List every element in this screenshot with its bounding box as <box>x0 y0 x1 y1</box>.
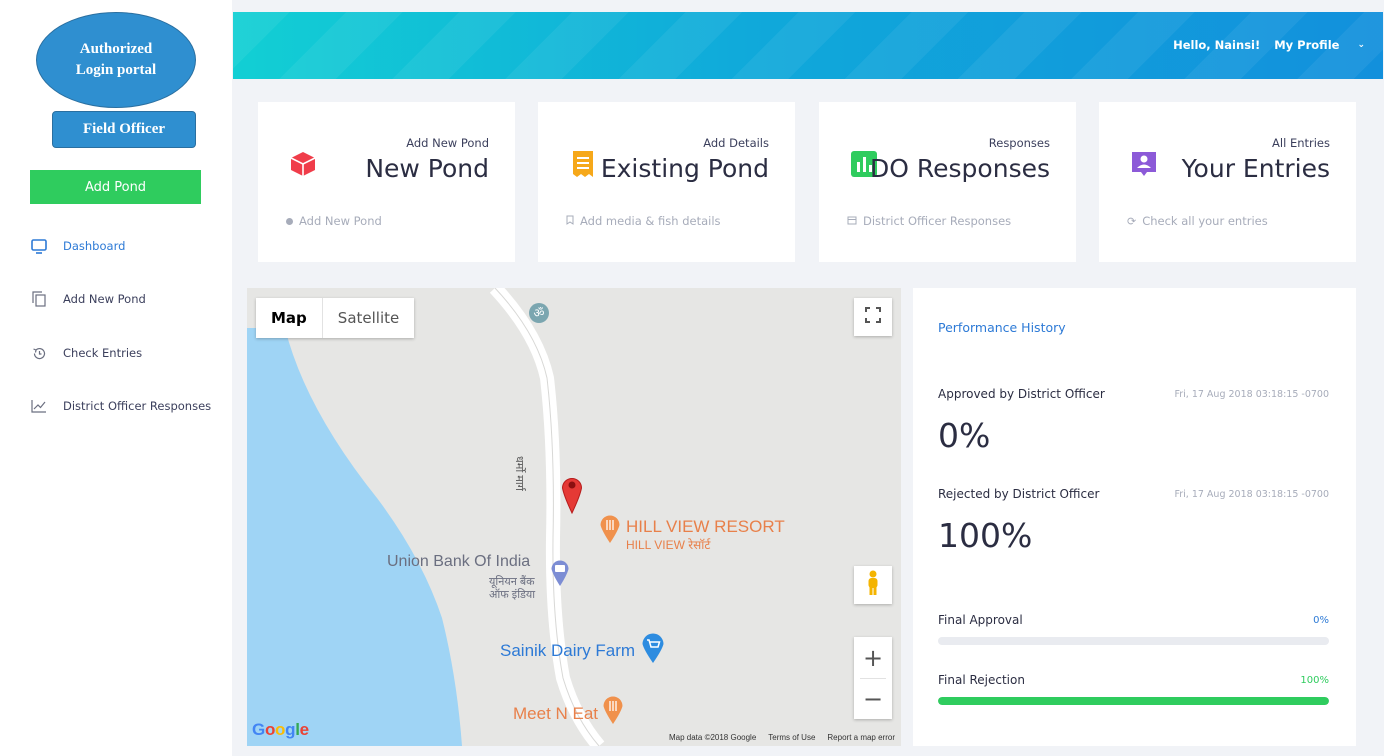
card-subtitle: Add Details <box>703 136 769 150</box>
card-subtitle: Responses <box>988 136 1050 150</box>
profile-link[interactable]: My Profile <box>1274 38 1339 52</box>
map-attribution: Map data ©2018 Google Terms of Use Repor… <box>669 733 895 742</box>
fullscreen-button[interactable] <box>854 298 892 336</box>
dot-icon <box>286 217 293 225</box>
approved-timestamp: Fri, 17 Aug 2018 03:18:15 -0700 <box>1174 389 1329 400</box>
performance-title[interactable]: Performance History <box>938 320 1066 335</box>
svg-text:ॐ: ॐ <box>534 306 545 320</box>
place-label-bank-local-2: ऑफ इंडिया <box>489 589 536 601</box>
map-data-text: Map data ©2018 Google <box>668 733 757 742</box>
calendar-icon <box>847 214 857 228</box>
final-rejection-track <box>938 697 1329 705</box>
sidebar-item-check-entries[interactable]: Check Entries <box>30 344 142 362</box>
portal-badge-text: Authorized Login portal <box>75 41 157 78</box>
temple-icon: ॐ <box>528 302 550 329</box>
restaurant-pin-icon[interactable] <box>599 514 621 549</box>
card-existing-pond[interactable]: Add Details Existing Pond Add media & fi… <box>538 102 795 262</box>
card-title: New Pond <box>365 154 489 183</box>
place-label-resort-local: HILL VIEW रेसॉर्ट <box>626 538 711 552</box>
line-chart-icon <box>30 397 48 415</box>
history-icon <box>30 344 48 362</box>
refresh-icon: ⟳ <box>1127 214 1137 228</box>
card-new-pond[interactable]: Add New Pond New Pond Add New Pond <box>258 102 515 262</box>
final-approval-value: 0% <box>1313 615 1329 626</box>
card-subtitle: All Entries <box>1272 136 1330 150</box>
final-rejection-bar <box>938 697 1329 705</box>
road-label: धर्मो मार्ग <box>513 456 525 491</box>
card-footer-text: Check all your entries <box>1142 214 1268 228</box>
place-label-eat: Meet N Eat <box>513 704 599 723</box>
sidebar-item-label: Dashboard <box>63 239 126 253</box>
card-footer-text: Add New Pond <box>299 214 382 228</box>
sidebar-item-label: Add New Pond <box>63 292 146 306</box>
greeting-text: Hello, Nainsi! <box>1173 38 1261 52</box>
place-label-dairy: Sainik Dairy Farm <box>500 641 636 660</box>
card-do-responses[interactable]: Responses DO Responses District Officer … <box>819 102 1076 262</box>
report-error-link[interactable]: Report a map error <box>827 733 895 742</box>
cube-icon <box>288 149 318 179</box>
sidebar-item-add-new-pond[interactable]: Add New Pond <box>30 290 146 308</box>
zoom-control: + − <box>854 637 892 719</box>
bookmark-icon <box>566 214 574 228</box>
final-approval-track <box>938 637 1329 645</box>
user-icon <box>1129 149 1159 179</box>
card-footer-text: Add media & fish details <box>580 214 721 228</box>
shopping-pin-icon[interactable] <box>641 632 665 669</box>
card-footer: Add New Pond <box>286 214 382 228</box>
sidebar-item-label: District Officer Responses <box>63 399 212 413</box>
approved-percent: 0% <box>938 416 991 455</box>
card-footer: District Officer Responses <box>847 214 1011 228</box>
final-rejection-label: Final Rejection <box>938 673 1025 687</box>
fullscreen-icon <box>865 306 881 328</box>
final-approval-label: Final Approval <box>938 613 1023 627</box>
rejected-timestamp: Fri, 17 Aug 2018 03:18:15 -0700 <box>1174 489 1329 500</box>
top-bar: Hello, Nainsi! My Profile ⌄ <box>233 12 1383 79</box>
receipt-icon <box>568 149 598 179</box>
card-footer: ⟳ Check all your entries <box>1127 214 1268 228</box>
card-title: Existing Pond <box>600 154 769 183</box>
approved-label: Approved by District Officer <box>938 387 1105 401</box>
sidebar-item-dashboard[interactable]: Dashboard <box>30 237 125 255</box>
card-title: Your Entries <box>1181 154 1330 183</box>
sidebar-item-label: Check Entries <box>63 346 143 360</box>
food-pin-icon[interactable] <box>602 695 624 730</box>
map-pin-icon[interactable] <box>561 474 583 519</box>
user-menu[interactable]: Hello, Nainsi! My Profile ⌄ <box>1173 38 1365 52</box>
portal-badge: Authorized Login portal <box>36 12 196 108</box>
tab-satellite[interactable]: Satellite <box>321 298 414 338</box>
role-badge: Field Officer <box>52 111 196 148</box>
zoom-out-button[interactable]: − <box>854 679 892 719</box>
final-rejection-value: 100% <box>1300 675 1329 686</box>
card-footer: Add media & fish details <box>566 214 721 228</box>
map-widget[interactable]: ॐ धर्मो मार्ग HILL VIEW RESORT HILL VIEW… <box>247 288 901 746</box>
pegman-icon <box>866 570 880 601</box>
google-logo: Google <box>252 720 309 739</box>
performance-panel: Performance History Approved by District… <box>913 288 1356 746</box>
card-your-entries[interactable]: All Entries Your Entries ⟳ Check all you… <box>1099 102 1356 262</box>
card-footer-text: District Officer Responses <box>863 214 1012 228</box>
tab-map[interactable]: Map <box>256 298 322 338</box>
sidebar: Authorized Login portal Field Officer Ad… <box>0 0 232 756</box>
page: Authorized Login portal Field Officer Ad… <box>0 0 1384 756</box>
zoom-in-button[interactable]: + <box>854 638 892 678</box>
rejected-percent: 100% <box>938 516 1033 555</box>
place-label-bank: Union Bank Of India <box>387 553 531 570</box>
terms-link[interactable]: Terms of Use <box>768 733 815 742</box>
rejected-label: Rejected by District Officer <box>938 487 1100 501</box>
copy-icon <box>30 290 48 308</box>
sidebar-item-district-officer-responses[interactable]: District Officer Responses <box>30 397 211 415</box>
monitor-icon <box>30 237 48 255</box>
place-label-resort: HILL VIEW RESORT <box>626 517 785 536</box>
card-subtitle: Add New Pond <box>406 136 489 150</box>
street-view-button[interactable] <box>854 566 892 604</box>
map-type-control: Map Satellite <box>256 298 415 338</box>
add-pond-button[interactable]: Add Pond <box>30 170 201 204</box>
bank-pin-icon[interactable] <box>550 559 570 592</box>
card-title: DO Responses <box>870 154 1050 183</box>
chevron-down-icon[interactable]: ⌄ <box>1357 40 1365 50</box>
